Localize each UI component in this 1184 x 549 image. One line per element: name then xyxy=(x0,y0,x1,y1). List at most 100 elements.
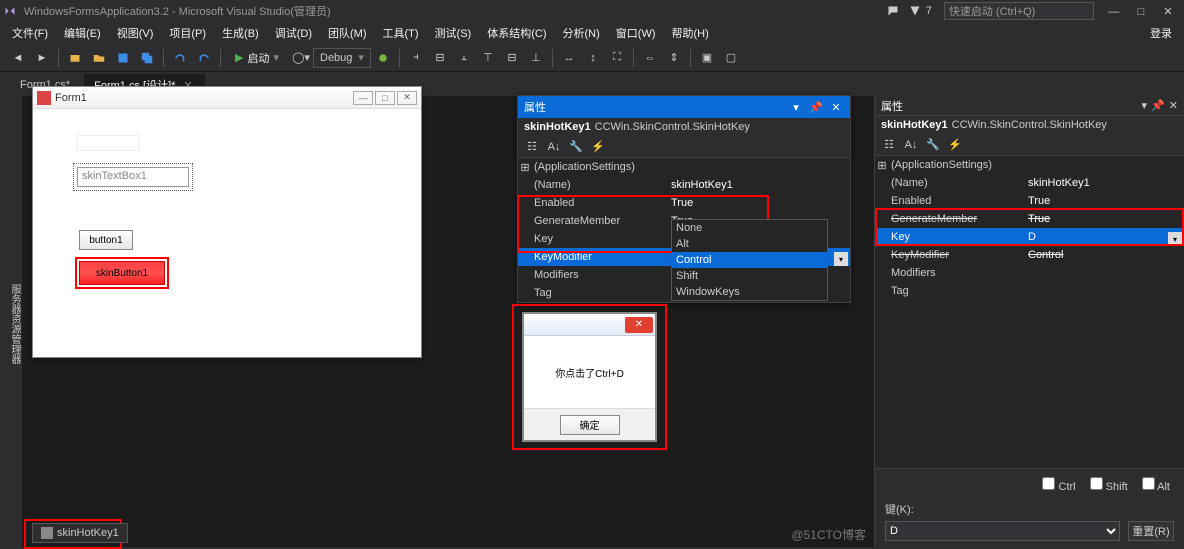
form1-designer[interactable]: Form1 ― □ ✕ skinTextBox1 button1 skinBut… xyxy=(32,86,422,358)
platform-icon[interactable] xyxy=(372,47,394,69)
new-project-icon[interactable] xyxy=(64,47,86,69)
tray-skinhotkey1[interactable]: skinHotKey1 xyxy=(32,523,128,543)
modifier-checkbox[interactable]: Ctrl xyxy=(1042,477,1075,493)
minimize-button[interactable]: ― xyxy=(1102,6,1126,18)
properties-icon[interactable]: 🔧 xyxy=(923,136,943,154)
dropdown-option[interactable]: Alt xyxy=(672,236,827,252)
align-top-icon[interactable]: ⊤ xyxy=(477,47,499,69)
save-all-icon[interactable] xyxy=(136,47,158,69)
prop-value[interactable]: skinHotKey1 xyxy=(1024,177,1184,189)
maximize-button[interactable]: □ xyxy=(1129,6,1153,18)
menu-item[interactable]: 体系结构(C) xyxy=(479,26,554,42)
categorized-icon[interactable]: ☷ xyxy=(879,136,899,154)
quick-launch-input[interactable]: 快速启动 (Ctrl+Q) xyxy=(944,2,1094,20)
align-bottom-icon[interactable]: ⊥ xyxy=(525,47,547,69)
dropdown-option[interactable]: None xyxy=(672,220,827,236)
pin-icon[interactable]: 📌 xyxy=(808,101,824,114)
align-right-icon[interactable]: ⫠ xyxy=(453,47,475,69)
keymodifier-dropdown[interactable]: NoneAltControlShiftWindowKeys xyxy=(671,219,828,301)
modifier-checkbox[interactable]: Shift xyxy=(1090,477,1128,493)
menu-item[interactable]: 文件(F) xyxy=(4,26,56,42)
reset-button[interactable]: 重置(R) xyxy=(1128,521,1174,541)
nav-back-icon[interactable]: ◄ xyxy=(7,47,29,69)
align-center-icon[interactable]: ⊟ xyxy=(429,47,451,69)
checkbox-input[interactable] xyxy=(1042,477,1055,490)
prop-value[interactable]: True xyxy=(1024,213,1184,225)
prop-row[interactable]: ⊞(ApplicationSettings) xyxy=(518,158,850,176)
prop-value[interactable]: True xyxy=(1024,195,1184,207)
menu-item[interactable]: 编辑(E) xyxy=(56,26,109,42)
start-debug-button[interactable]: ▶ 启动 ▾ xyxy=(227,47,287,69)
prop-row[interactable]: (Name)skinHotKey1 xyxy=(518,176,850,194)
dropdown-arrow-icon[interactable]: ▾ xyxy=(1168,232,1182,246)
close-button[interactable]: ✕ xyxy=(1156,5,1180,18)
menu-item[interactable]: 调试(D) xyxy=(267,26,320,42)
categorized-icon[interactable]: ☷ xyxy=(522,138,542,156)
prop-row[interactable]: (Name)skinHotKey1 xyxy=(875,174,1184,192)
side-rail-server-explorer[interactable]: 服务器资源管理器 xyxy=(0,96,22,547)
menu-item[interactable]: 生成(B) xyxy=(214,26,267,42)
floating-prop-titlebar[interactable]: 属性 ▾ 📌 ✕ xyxy=(518,96,850,118)
dropdown-option[interactable]: Shift xyxy=(672,268,827,284)
skinbutton1-control[interactable]: skinButton1 xyxy=(79,261,165,285)
size-width-icon[interactable]: ↔ xyxy=(558,47,580,69)
signin-link[interactable]: 登录 xyxy=(1142,23,1180,43)
size-both-icon[interactable]: ⛶ xyxy=(606,47,628,69)
prop-value[interactable]: True xyxy=(667,197,850,209)
prop-row[interactable]: KeyModifierControl xyxy=(875,246,1184,264)
align-left-icon[interactable]: ⫞ xyxy=(405,47,427,69)
dialog-ok-button[interactable]: 确定 xyxy=(560,415,620,435)
properties-icon[interactable]: 🔧 xyxy=(566,138,586,156)
browser-select-icon[interactable]: ◯▾ xyxy=(290,47,312,69)
prop-row[interactable]: ⊞(ApplicationSettings) xyxy=(875,156,1184,174)
prop-row[interactable]: EnabledTrue xyxy=(875,192,1184,210)
size-height-icon[interactable]: ↕ xyxy=(582,47,604,69)
undo-icon[interactable] xyxy=(169,47,191,69)
dropdown-option[interactable]: Control xyxy=(672,252,827,268)
config-dropdown[interactable]: Debug ▾ xyxy=(313,48,371,68)
prop-value[interactable]: D▾ xyxy=(1024,231,1184,243)
alphabetical-icon[interactable]: A↓ xyxy=(901,136,921,154)
docked-prop-component[interactable]: skinHotKey1 CCWin.SkinControl.SkinHotKey xyxy=(875,116,1184,134)
menu-item[interactable]: 项目(P) xyxy=(161,26,214,42)
nav-fwd-icon[interactable]: ► xyxy=(31,47,53,69)
window-dropdown-icon[interactable]: ▾ xyxy=(788,101,804,114)
prop-row[interactable]: KeyD▾ xyxy=(875,228,1184,246)
checkbox-input[interactable] xyxy=(1090,477,1103,490)
prop-row[interactable]: Modifiers xyxy=(875,264,1184,282)
align-middle-icon[interactable]: ⊟ xyxy=(501,47,523,69)
floating-prop-component[interactable]: skinHotKey1 CCWin.SkinControl.SkinHotKey xyxy=(518,118,850,136)
vspace-icon[interactable]: ⇕ xyxy=(663,47,685,69)
window-dropdown-icon[interactable]: ▾ xyxy=(1142,99,1148,112)
menu-item[interactable]: 分析(N) xyxy=(555,26,608,42)
prop-row[interactable]: Tag xyxy=(875,282,1184,300)
key-select[interactable]: D xyxy=(885,521,1120,541)
menu-item[interactable]: 工具(T) xyxy=(375,26,427,42)
menu-item[interactable]: 团队(M) xyxy=(320,26,375,42)
save-icon[interactable] xyxy=(112,47,134,69)
expand-icon[interactable]: ⊞ xyxy=(875,159,889,172)
hspace-icon[interactable]: ⇔ xyxy=(639,47,661,69)
dropdown-arrow-icon[interactable]: ▾ xyxy=(834,252,848,266)
menu-item[interactable]: 测试(S) xyxy=(427,26,480,42)
redo-icon[interactable] xyxy=(193,47,215,69)
events-icon[interactable]: ⚡ xyxy=(588,138,608,156)
docked-prop-titlebar[interactable]: 属性 ▾ 📌 ✕ xyxy=(875,96,1184,116)
modifier-checkbox[interactable]: Alt xyxy=(1142,477,1170,493)
close-icon[interactable]: ✕ xyxy=(1169,99,1178,112)
design-surface[interactable]: Form1 ― □ ✕ skinTextBox1 button1 skinBut… xyxy=(22,96,874,547)
menu-item[interactable]: 视图(V) xyxy=(109,26,162,42)
dropdown-option[interactable]: WindowKeys xyxy=(672,284,827,300)
skintextbox1-control[interactable]: skinTextBox1 xyxy=(77,167,189,187)
feedback-icon[interactable] xyxy=(884,2,902,20)
bring-front-icon[interactable]: ▣ xyxy=(696,47,718,69)
alphabetical-icon[interactable]: A↓ xyxy=(544,138,564,156)
form1-client[interactable]: skinTextBox1 button1 skinButton1 xyxy=(33,109,421,357)
docked-prop-grid[interactable]: ⊞(ApplicationSettings)(Name)skinHotKey1E… xyxy=(875,156,1184,300)
checkbox-input[interactable] xyxy=(1142,477,1155,490)
notifications-icon[interactable] xyxy=(906,2,924,20)
menu-item[interactable]: 帮助(H) xyxy=(664,26,717,42)
menu-item[interactable]: 窗口(W) xyxy=(608,26,664,42)
dialog-close-icon[interactable]: ✕ xyxy=(625,317,653,333)
close-icon[interactable]: ✕ xyxy=(828,101,844,114)
